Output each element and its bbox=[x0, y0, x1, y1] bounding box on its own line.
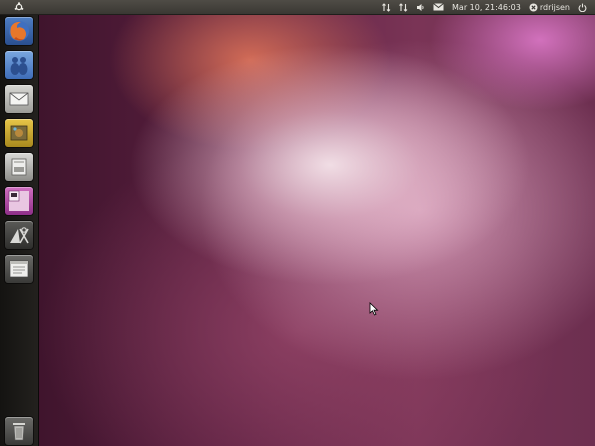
messaging-indicator[interactable] bbox=[429, 0, 448, 14]
clock-indicator[interactable]: Mar 10, 21:46:03 bbox=[448, 0, 525, 14]
top-panel: Mar 10, 21:46:03 rdrijsen bbox=[0, 0, 595, 15]
ubuntu-menu-button[interactable] bbox=[0, 0, 38, 14]
empathy-icon bbox=[10, 57, 28, 75]
username-label: rdrijsen bbox=[539, 2, 570, 12]
mouse-cursor-icon bbox=[369, 302, 379, 316]
network-indicator-2[interactable] bbox=[395, 0, 412, 14]
evolution-mail-icon bbox=[9, 92, 29, 106]
power-icon bbox=[578, 3, 587, 12]
shotwell-icon bbox=[10, 125, 28, 141]
network-arrows-icon bbox=[399, 2, 408, 12]
system-settings-icon bbox=[10, 227, 29, 244]
disk-utility-icon bbox=[11, 158, 27, 176]
speaker-icon bbox=[417, 3, 424, 11]
user-status-icon bbox=[529, 3, 538, 11]
sound-indicator[interactable] bbox=[412, 0, 429, 14]
network-indicator[interactable] bbox=[378, 0, 395, 14]
launcher-item-disk[interactable] bbox=[5, 153, 33, 181]
launcher-item-mail[interactable] bbox=[5, 85, 33, 113]
envelope-icon bbox=[433, 3, 444, 11]
launcher-item-empathy[interactable] bbox=[5, 51, 33, 79]
ubuntu-logo-icon bbox=[14, 2, 24, 11]
firefox-icon bbox=[9, 21, 29, 41]
launcher-item-files[interactable] bbox=[5, 255, 33, 283]
launcher-item-trash[interactable] bbox=[5, 417, 33, 445]
session-indicator[interactable] bbox=[574, 0, 591, 14]
network-arrows-icon bbox=[382, 2, 391, 12]
launcher-item-settings[interactable] bbox=[5, 221, 33, 249]
launcher-item-firefox[interactable] bbox=[5, 17, 33, 45]
desktop-wallpaper bbox=[0, 0, 595, 446]
workspace-switcher-icon bbox=[8, 190, 29, 211]
launcher-item-shotwell[interactable] bbox=[5, 119, 33, 147]
user-indicator[interactable]: rdrijsen bbox=[525, 0, 574, 14]
trash-icon bbox=[13, 423, 25, 441]
file-manager-icon bbox=[9, 260, 29, 278]
launcher bbox=[0, 15, 39, 446]
launcher-item-workspaces[interactable] bbox=[5, 187, 33, 215]
